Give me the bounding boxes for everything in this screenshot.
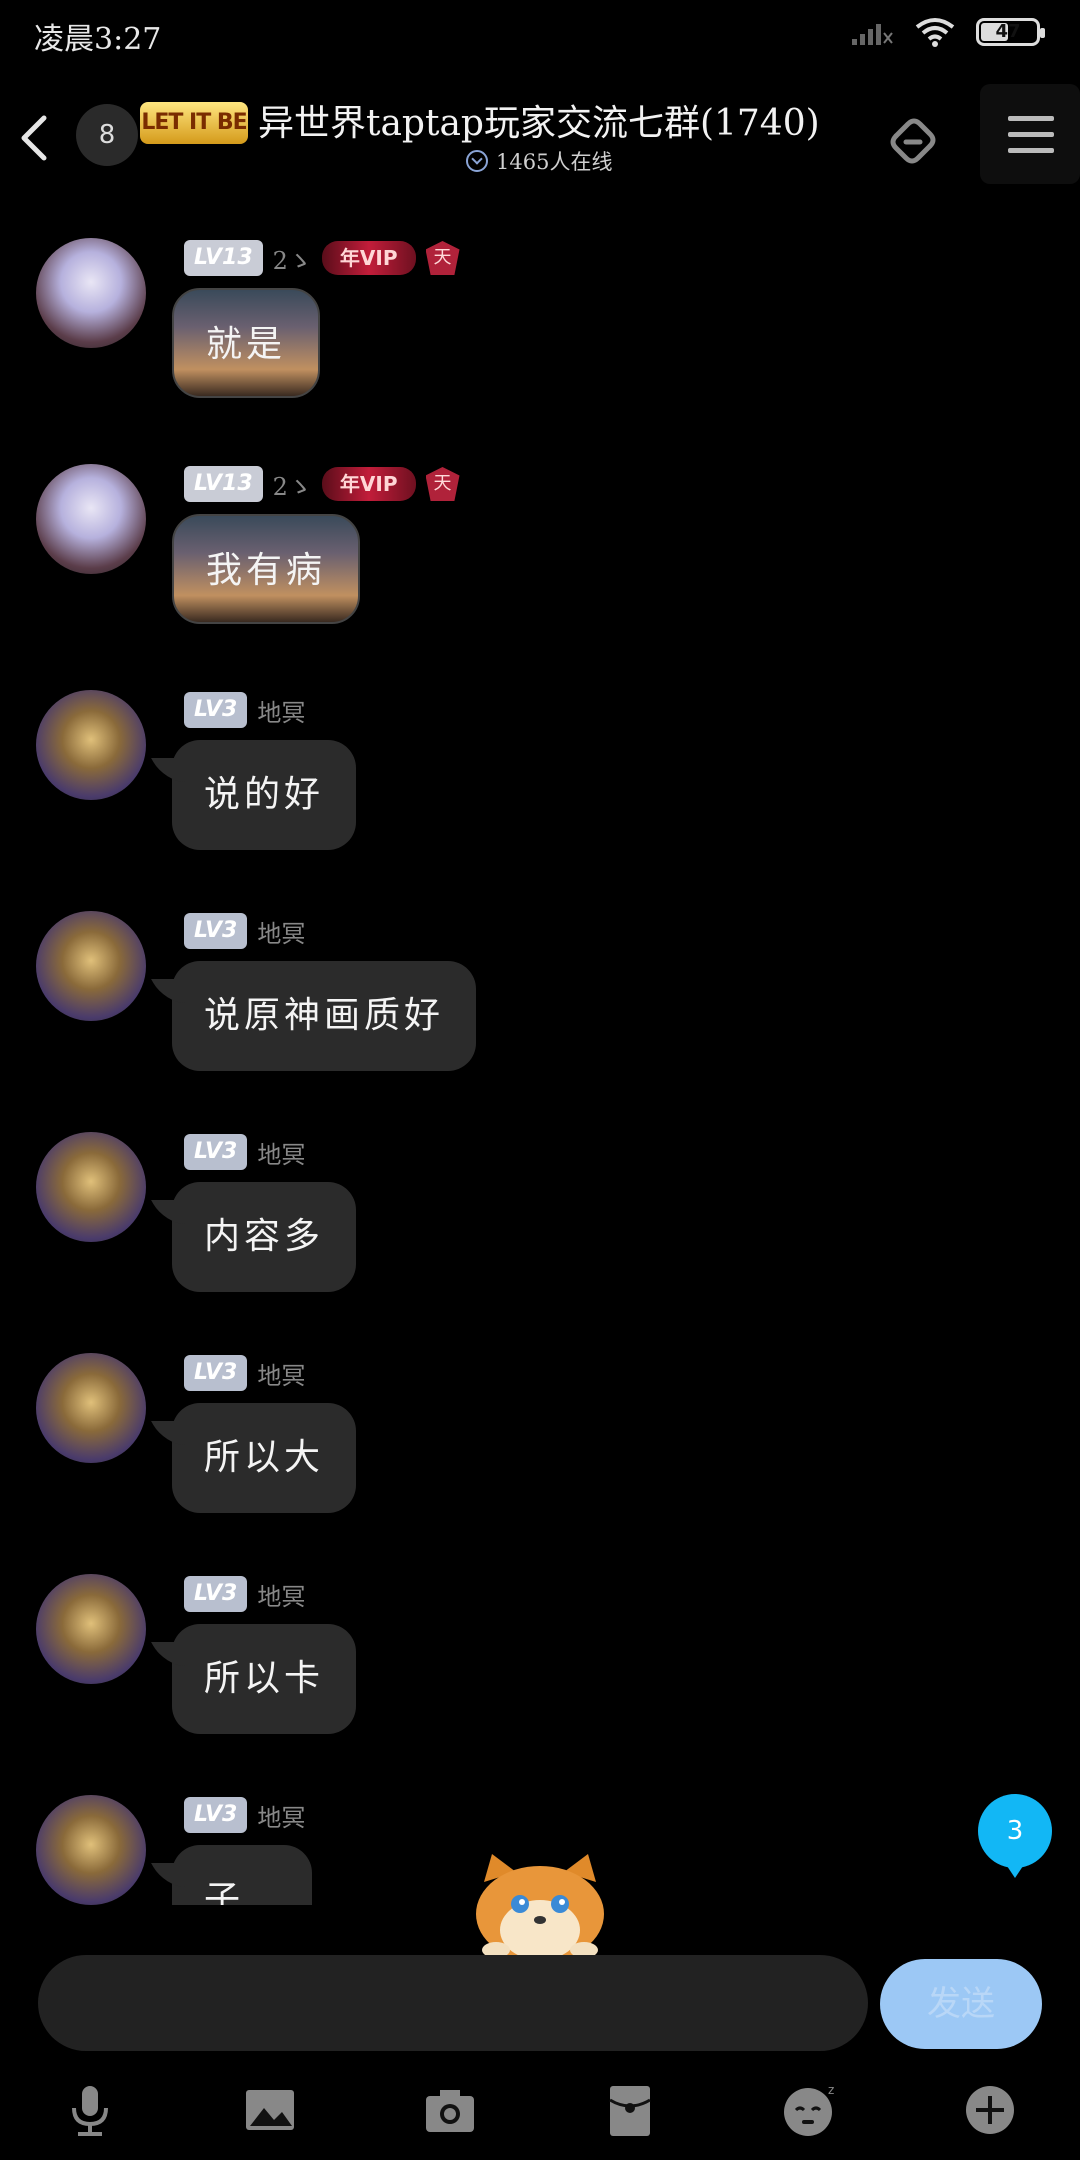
battery-icon: 47	[976, 18, 1045, 46]
message-meta: LV3 地冥	[184, 1353, 305, 1393]
sender-name[interactable]: 2ゝ	[273, 241, 312, 276]
message-bubble[interactable]: 就是	[172, 288, 321, 398]
level-badge: LV3	[184, 1355, 248, 1391]
message-bubble[interactable]: 内容多	[172, 1182, 357, 1292]
message-item: LV3 地冥 所以大	[0, 1353, 1080, 1533]
message-meta: LV13 2ゝ 年VIP 天	[184, 238, 460, 278]
level-badge: LV3	[184, 1576, 248, 1612]
avatar[interactable]	[36, 1353, 146, 1463]
camera-icon[interactable]	[420, 2080, 480, 2140]
microphone-icon[interactable]	[60, 2080, 120, 2140]
unread-count-badge[interactable]: 8	[76, 104, 138, 166]
online-count: 1465人在线	[496, 150, 613, 174]
chat-header: 8 LET IT BE 异世界taptap玩家交流七群(1740) 1465人在…	[0, 70, 1080, 200]
avatar[interactable]	[36, 690, 146, 800]
message-list[interactable]: LV13 2ゝ 年VIP 天 就是 LV13 2ゝ 年VIP 天 我有病 LV3…	[0, 200, 1080, 1905]
new-message-indicator[interactable]: 3	[978, 1794, 1052, 1878]
emoji-icon[interactable]: z	[780, 2080, 840, 2140]
sender-name[interactable]: 地冥	[257, 1798, 305, 1833]
message-bubble[interactable]: 所以大	[172, 1403, 357, 1513]
message-item: LV3 地冥 说的好	[0, 690, 1080, 870]
link-icon[interactable]	[878, 106, 948, 176]
message-input[interactable]	[38, 1955, 868, 2051]
input-row: 发送	[0, 1955, 1080, 2055]
rank-badge: 天	[425, 467, 460, 501]
sender-name[interactable]: 地冥	[257, 1577, 305, 1612]
chevron-down-icon	[466, 150, 488, 172]
level-badge: LV3	[184, 1797, 248, 1833]
send-button[interactable]: 发送	[880, 1959, 1042, 2049]
avatar[interactable]	[36, 464, 146, 574]
avatar[interactable]	[36, 1574, 146, 1684]
sender-name[interactable]: 地冥	[257, 914, 305, 949]
status-bar: 凌晨3:27 47	[0, 0, 1080, 70]
bottom-toolbar: z	[0, 2070, 1080, 2160]
status-icons: 47	[850, 16, 1045, 48]
group-title[interactable]: 异世界taptap玩家交流七群(1740)	[258, 94, 820, 146]
menu-button[interactable]	[980, 84, 1080, 184]
vip-badge: 年VIP	[321, 241, 416, 275]
image-icon[interactable]	[240, 2080, 300, 2140]
message-meta: LV3 地冥	[184, 690, 305, 730]
shiba-mascot-icon	[476, 1854, 604, 1956]
rank-badge: 天	[425, 241, 460, 275]
sender-name[interactable]: 地冥	[257, 1356, 305, 1391]
level-badge: LV3	[184, 1134, 248, 1170]
online-status[interactable]: 1465人在线	[466, 146, 612, 176]
group-logo: LET IT BE	[140, 102, 248, 144]
message-meta: LV3 地冥	[184, 1132, 305, 1172]
message-bubble[interactable]: 说的好	[172, 740, 357, 850]
message-bubble[interactable]: 子	[172, 1845, 312, 1905]
avatar[interactable]	[36, 1132, 146, 1242]
battery-level: 47	[995, 21, 1021, 42]
level-badge: LV13	[184, 466, 263, 502]
message-item: LV3 地冥 所以卡	[0, 1574, 1080, 1754]
sender-name[interactable]: 2ゝ	[273, 467, 312, 502]
status-time: 凌晨3:27	[34, 22, 162, 57]
sender-name[interactable]: 地冥	[257, 693, 305, 728]
avatar[interactable]	[36, 911, 146, 1021]
level-badge: LV3	[184, 913, 248, 949]
message-item: LV3 地冥 内容多	[0, 1132, 1080, 1312]
message-meta: LV3 地冥	[184, 1574, 305, 1614]
message-meta: LV3 地冥	[184, 1795, 305, 1835]
message-bubble[interactable]: 说原神画质好	[172, 961, 477, 1071]
back-button[interactable]	[14, 108, 54, 168]
message-item: LV3 地冥 说原神画质好	[0, 911, 1080, 1091]
level-badge: LV3	[184, 692, 248, 728]
message-item: LV13 2ゝ 年VIP 天 我有病	[0, 464, 1080, 644]
message-meta: LV3 地冥	[184, 911, 305, 951]
message-bubble[interactable]: 我有病	[172, 514, 361, 624]
signal-icon	[852, 24, 893, 45]
wifi-icon	[915, 18, 955, 47]
svg-text:z: z	[828, 2083, 834, 2097]
avatar[interactable]	[36, 1795, 146, 1905]
level-badge: LV13	[184, 240, 263, 276]
plus-icon[interactable]	[960, 2080, 1020, 2140]
message-item: LV13 2ゝ 年VIP 天 就是	[0, 238, 1080, 418]
avatar[interactable]	[36, 238, 146, 348]
vip-badge: 年VIP	[321, 467, 416, 501]
sender-name[interactable]: 地冥	[257, 1135, 305, 1170]
message-bubble[interactable]: 所以卡	[172, 1624, 357, 1734]
red-packet-icon[interactable]	[600, 2080, 660, 2140]
message-meta: LV13 2ゝ 年VIP 天	[184, 464, 460, 504]
